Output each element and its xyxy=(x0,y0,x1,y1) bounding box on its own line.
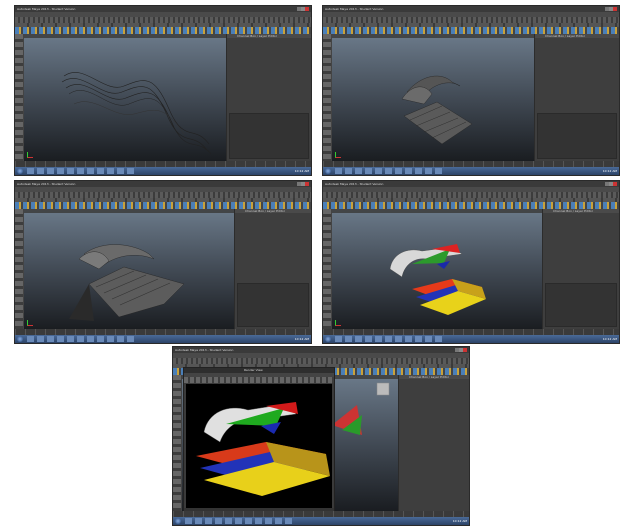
windows-taskbar: 10:12 AM xyxy=(15,335,311,343)
perspective-viewport[interactable] xyxy=(24,209,235,329)
shaded-model xyxy=(389,244,486,315)
windows-taskbar: 10:12 AM xyxy=(15,167,311,175)
taskbar-clock: 10:12 AM xyxy=(602,337,617,341)
taskbar-apps[interactable] xyxy=(27,168,137,174)
toolbox[interactable] xyxy=(173,375,181,511)
taskbar-clock: 10:12 AM xyxy=(452,519,467,523)
windows-taskbar: 10:12 AM xyxy=(323,335,619,343)
channel-box-title: Channel Box / Layer Editor xyxy=(545,34,585,38)
shelf-icons[interactable] xyxy=(15,27,311,34)
window-title: Autodesk Maya 2013 - Student Version xyxy=(325,7,384,11)
layer-editor[interactable] xyxy=(229,112,309,159)
window-controls[interactable] xyxy=(297,182,309,186)
maya-screenshot-4: Autodesk Maya 2013 - Student Version Fil… xyxy=(322,180,620,344)
taskbar-clock: 10:12 AM xyxy=(294,169,309,173)
axis-indicator xyxy=(335,152,341,158)
layer-editor[interactable] xyxy=(537,112,617,159)
taskbar-apps[interactable] xyxy=(185,518,295,524)
window-controls[interactable] xyxy=(605,182,617,186)
window-title: Autodesk Maya 2013 - Student Version xyxy=(325,182,384,186)
curves-drawing xyxy=(61,72,212,155)
channel-box-title: Channel Box / Layer Editor xyxy=(553,209,593,213)
render-view-window[interactable]: Render View Frame: 1 Render Time: 0:01 C… xyxy=(183,367,335,519)
toolbox[interactable] xyxy=(323,209,331,329)
channel-box[interactable]: Channel Box / Layer Editor xyxy=(542,209,619,329)
layer-editor[interactable] xyxy=(545,283,617,327)
channel-box-header: Channel Box / Layer Editor xyxy=(543,209,619,213)
toolbox[interactable] xyxy=(15,34,23,161)
shelf-icons[interactable] xyxy=(323,27,619,34)
maya-screenshot-5: Autodesk Maya 2013 - Student Version Fil… xyxy=(172,346,470,526)
start-button-icon[interactable] xyxy=(17,168,23,174)
channel-box[interactable]: Channel Box / Layer Editor xyxy=(234,209,311,329)
channel-box-title: Channel Box / Layer Editor xyxy=(245,209,285,213)
window-title: Autodesk Maya 2013 - Student Version xyxy=(17,7,76,11)
start-button-icon[interactable] xyxy=(325,168,331,174)
window-title: Autodesk Maya 2013 - Student Version xyxy=(175,348,234,352)
channel-box-header: Channel Box / Layer Editor xyxy=(227,34,311,38)
perspective-viewport[interactable] xyxy=(332,34,535,161)
toolbox[interactable] xyxy=(323,34,331,161)
windows-taskbar: 10:12 AM xyxy=(173,517,469,525)
shelf-icons[interactable] xyxy=(323,202,619,209)
channel-box-title: Channel Box / Layer Editor xyxy=(237,34,277,38)
start-button-icon[interactable] xyxy=(325,336,331,342)
perspective-viewport[interactable] xyxy=(332,209,543,329)
channel-box[interactable]: Channel Box / Layer Editor xyxy=(226,34,311,161)
toolbox[interactable] xyxy=(15,209,23,329)
layer-editor[interactable] xyxy=(237,283,309,327)
tool-settings-title: Channel Box / Layer Editor xyxy=(409,375,449,379)
taskbar-clock: 10:12 AM xyxy=(294,337,309,341)
channel-box[interactable]: Channel Box / Layer Editor xyxy=(534,34,619,161)
axis-indicator xyxy=(335,320,341,326)
extruded-surface xyxy=(69,244,185,321)
rendered-image xyxy=(186,384,332,508)
render-view-toolbar[interactable] xyxy=(184,377,334,383)
taskbar-apps[interactable] xyxy=(335,336,445,342)
window-controls[interactable] xyxy=(605,7,617,11)
taskbar-clock: 10:12 AM xyxy=(602,169,617,173)
window-title: Autodesk Maya 2013 - Student Version xyxy=(17,182,76,186)
channel-box-header: Channel Box / Layer Editor xyxy=(535,34,619,38)
axis-indicator xyxy=(27,320,33,326)
perspective-viewport[interactable] xyxy=(24,34,227,161)
window-controls[interactable] xyxy=(297,7,309,11)
windows-taskbar: 10:12 AM xyxy=(323,167,619,175)
taskbar-apps[interactable] xyxy=(27,336,137,342)
shelf-icons[interactable] xyxy=(15,202,311,209)
window-controls[interactable] xyxy=(455,348,467,352)
view-cube-icon[interactable] xyxy=(376,382,390,396)
maya-screenshot-1: Autodesk Maya 2013 - Student Version Fil… xyxy=(14,5,312,176)
start-button-icon[interactable] xyxy=(17,336,23,342)
maya-screenshot-2: Autodesk Maya 2013 - Student Version Fil… xyxy=(322,5,620,176)
maya-screenshot-3: Autodesk Maya 2013 - Student Version Fil… xyxy=(14,180,312,344)
axis-indicator xyxy=(27,152,33,158)
tool-settings[interactable]: Channel Box / Layer Editor xyxy=(398,375,469,511)
start-button-icon[interactable] xyxy=(175,518,181,524)
lofted-surface xyxy=(401,75,473,145)
taskbar-apps[interactable] xyxy=(335,168,445,174)
tool-settings-header: Channel Box / Layer Editor xyxy=(399,375,469,379)
render-output xyxy=(196,402,330,496)
channel-box-header: Channel Box / Layer Editor xyxy=(235,209,311,213)
